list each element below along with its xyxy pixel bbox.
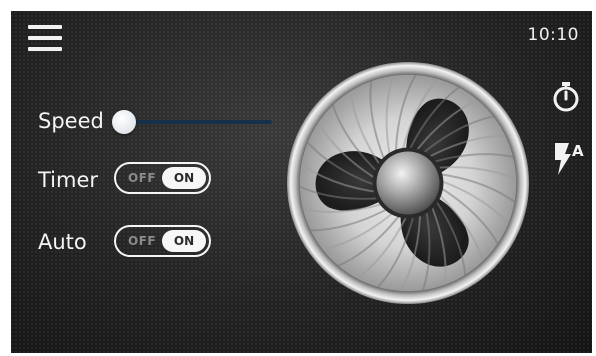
stopwatch-icon[interactable] bbox=[551, 81, 581, 113]
timer-label: Timer bbox=[38, 168, 99, 192]
auto-label: Auto bbox=[38, 230, 87, 254]
auto-flash-icon[interactable]: A bbox=[553, 141, 585, 177]
clock: 10:10 bbox=[527, 25, 579, 45]
auto-toggle[interactable]: OFF ON bbox=[114, 225, 211, 257]
timer-toggle-on-knob: ON bbox=[162, 167, 206, 189]
hamburger-menu-icon[interactable] bbox=[28, 25, 64, 53]
speed-label: Speed bbox=[38, 109, 104, 133]
timer-toggle-off-label: OFF bbox=[128, 171, 157, 185]
auto-toggle-on-knob: ON bbox=[162, 230, 206, 252]
timer-toggle[interactable]: OFF ON bbox=[114, 162, 211, 194]
speed-slider[interactable] bbox=[112, 110, 272, 134]
auto-toggle-off-label: OFF bbox=[128, 234, 157, 248]
fan-graphic bbox=[286, 61, 530, 305]
fan-control-screen: 10:10 Speed Timer OFF ON Auto OFF ON A bbox=[11, 11, 592, 353]
auto-flash-icon-label: A bbox=[572, 142, 584, 160]
speed-slider-thumb[interactable] bbox=[112, 110, 136, 134]
